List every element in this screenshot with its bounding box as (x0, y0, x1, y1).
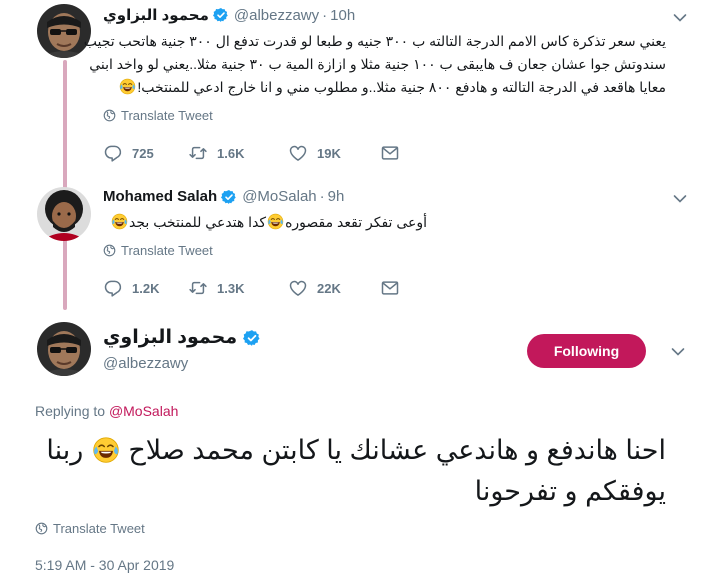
retweet-count: 1.6K (217, 145, 245, 161)
tweet-text-part: كدا هتدعي للمنتخب بجد (129, 214, 267, 230)
reply-count: 1.2K (132, 280, 160, 296)
separator-dot: · (322, 6, 328, 24)
reply-count: 725 (132, 145, 154, 161)
envelope-icon (380, 278, 400, 298)
like-button[interactable]: 22K (288, 278, 380, 298)
tweet-line: يوفقكم و تفرحونا (474, 476, 666, 506)
translate-tweet-link[interactable]: Translate Tweet (35, 521, 145, 536)
tweet-text: يعني سعر تذكرة كاس الامم الدرجة التالته … (76, 30, 666, 99)
retweet-button[interactable]: 1.3K (188, 278, 288, 298)
reply-button[interactable]: 725 (103, 143, 188, 163)
tweet-time[interactable]: 10h (330, 7, 355, 24)
face-with-tears-of-joy-icon (92, 436, 120, 464)
author-name-row: محمود البزاوي (103, 326, 266, 349)
translate-tweet-link[interactable]: Translate Tweet (103, 243, 213, 258)
tweet-header: Mohamed Salah @MoSalah · 9h (103, 188, 344, 205)
tweet-text-part: احنا هاندفع و هاندعي عشانك يا كابتن محمد… (128, 435, 666, 465)
tweet-timestamp[interactable]: 5:19 AM - 30 Apr 2019 (35, 557, 174, 573)
tweet-actions: 1.2K 1.3K 22K (103, 278, 409, 298)
reply-button[interactable]: 1.2K (103, 278, 188, 298)
chevron-down-icon[interactable] (673, 194, 687, 204)
translate-label: Translate Tweet (121, 243, 213, 258)
tweet-line: معايا هاقعد في الدرجة التالته و هادفع ٨٠… (137, 79, 666, 95)
verified-badge-icon (243, 329, 261, 347)
chevron-down-icon[interactable] (673, 13, 687, 23)
tweet-line: سندوتش جوا عشان جعان ف هايبقى ب ١٠٠ جنية… (89, 56, 666, 72)
author-handle[interactable]: @albezzawy (234, 7, 319, 24)
retweet-button[interactable]: 1.6K (188, 143, 288, 163)
chevron-down-icon[interactable] (671, 347, 685, 357)
reply-icon (103, 278, 123, 298)
retweet-count: 1.3K (217, 280, 245, 296)
envelope-icon (380, 143, 400, 163)
avatar[interactable] (37, 322, 91, 376)
globe-icon (103, 244, 116, 257)
globe-icon (103, 109, 116, 122)
verified-badge-icon (221, 189, 237, 205)
like-count: 22K (317, 280, 341, 296)
tweet-line: يعني سعر تذكرة كاس الامم الدرجة التالته … (83, 33, 666, 49)
face-with-tears-of-joy-icon (119, 78, 136, 95)
author-handle[interactable]: @albezzawy (103, 355, 188, 372)
author-name[interactable]: محمود البزاوي (103, 6, 209, 24)
tweet-text-part: أوعى تفكر تقعد مقصوره (285, 214, 427, 230)
tweet-text: احنا هاندفع و هاندعي عشانك يا كابتن محمد… (35, 430, 666, 512)
tweet-time[interactable]: 9h (328, 188, 345, 205)
author-name[interactable]: Mohamed Salah (103, 188, 217, 205)
retweet-icon (188, 278, 208, 298)
like-count: 19K (317, 145, 341, 161)
heart-icon (288, 278, 308, 298)
following-button[interactable]: Following (527, 334, 646, 368)
direct-message-button[interactable] (380, 143, 409, 163)
tweet-text: أوعى تفكر تقعد مقصوره كدا هتدعي للمنتخب ب… (47, 211, 427, 234)
thread-connector-line (63, 60, 67, 310)
face-with-tears-of-joy-icon (111, 213, 128, 230)
verified-badge-icon (213, 7, 229, 23)
tweet-header: محمود البزاوي @albezzawy · 10h (103, 6, 355, 25)
reply-icon (103, 143, 123, 163)
separator-dot: · (319, 188, 325, 205)
author-name[interactable]: محمود البزاوي (103, 326, 237, 349)
replying-prefix: Replying to (35, 403, 106, 419)
translate-label: Translate Tweet (121, 108, 213, 123)
face-with-tears-of-joy-icon (267, 213, 284, 230)
retweet-icon (188, 143, 208, 163)
translate-tweet-link[interactable]: Translate Tweet (103, 108, 213, 123)
heart-icon (288, 143, 308, 163)
tweet-text-part: ربنا (46, 435, 84, 465)
direct-message-button[interactable] (380, 278, 409, 298)
replying-to: Replying to @MoSalah (35, 403, 178, 419)
tweet-actions: 725 1.6K 19K (103, 143, 409, 163)
mention-link[interactable]: @MoSalah (109, 403, 178, 419)
author-handle[interactable]: @MoSalah (242, 188, 316, 205)
like-button[interactable]: 19K (288, 143, 380, 163)
translate-label: Translate Tweet (53, 521, 145, 536)
globe-icon (35, 522, 48, 535)
